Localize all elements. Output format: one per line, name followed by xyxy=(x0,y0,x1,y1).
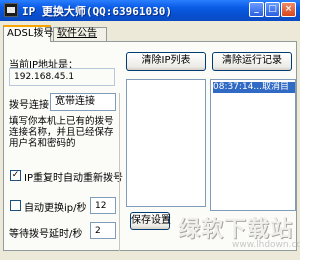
connection-label: 拨号连接 xyxy=(9,100,49,111)
current-ip-value: 192.168.45.1 xyxy=(9,68,115,86)
app-icon xyxy=(4,3,18,17)
connection-name-field[interactable]: 宽带连接 xyxy=(50,93,116,111)
watermark-logo: 绿软下载站 xyxy=(178,216,294,242)
save-settings-button[interactable]: 保存设置 xyxy=(130,212,171,230)
maximize-button[interactable]: □ xyxy=(265,2,280,17)
auto-change-checkbox[interactable] xyxy=(10,200,21,211)
column-divider xyxy=(119,93,120,251)
tab-adsl-dial-label: ADSL拨号 xyxy=(7,28,54,39)
ip-list[interactable] xyxy=(126,79,206,207)
minimize-button[interactable]: _ xyxy=(249,2,264,17)
tab-adsl-dial[interactable]: ADSL拨号 xyxy=(3,25,54,42)
clear-run-log-button[interactable]: 清除运行记录 xyxy=(212,52,292,71)
watermark-url: www.lhdown.com xyxy=(232,240,300,250)
wait-delay-input[interactable]: 2 xyxy=(90,222,116,239)
tab-announcement-label: 软件公告 xyxy=(57,28,97,39)
title-bar[interactable]: IP 更换大师(QQ:63961030) _ □ × xyxy=(0,0,300,21)
app-window: IP 更换大师(QQ:63961030) _ □ × ADSL拨号 软件公告 当… xyxy=(0,0,300,260)
hint-text: 填写你本机上已有的拨号连接名称，并且已经保存用户名和密码的 xyxy=(9,116,114,149)
auto-change-seconds-input[interactable]: 12 xyxy=(90,197,116,214)
run-log-list[interactable]: 08:37:14...取消目 xyxy=(210,79,296,211)
auto-change-label: 自动更换ip/秒 xyxy=(24,203,87,214)
close-button[interactable]: × xyxy=(281,2,296,17)
clear-ip-list-button[interactable]: 清除IP列表 xyxy=(126,52,206,71)
log-entry[interactable]: 08:37:14...取消目 xyxy=(213,82,295,93)
window-title: IP 更换大师(QQ:63961030) xyxy=(22,5,172,18)
wait-delay-label: 等待拨号延时/秒 xyxy=(9,229,83,240)
auto-redial-label: IP重复时自动重新拨号 xyxy=(24,173,123,184)
tab-announcement[interactable]: 软件公告 xyxy=(53,27,107,41)
auto-redial-checkbox[interactable]: ✓ xyxy=(10,170,21,181)
